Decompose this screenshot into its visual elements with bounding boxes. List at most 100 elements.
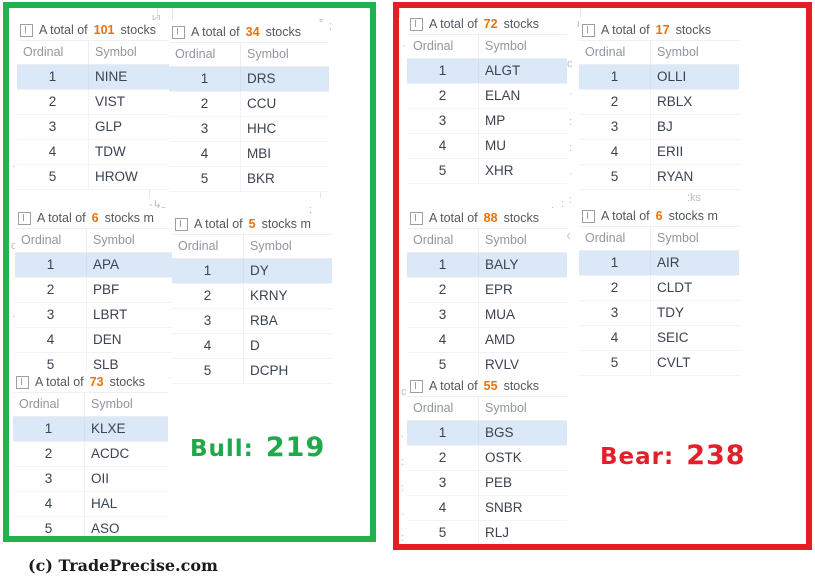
table-row[interactable]: 5 HROW [17,165,177,190]
cell-ordinal: 3 [579,115,651,139]
stock-table-bear-1[interactable]: A total of 72 stocks Ordinal Symbol 1 AL… [407,14,567,184]
table-row[interactable]: 5 XHR [407,159,567,184]
table-row[interactable]: 1 APA [15,253,175,278]
table-row[interactable]: 1 BGS [407,421,567,446]
table-row[interactable]: 4 MBI [169,142,329,167]
checkbox-icon[interactable] [20,23,33,37]
table-total-header[interactable]: A total of 55 stocks [407,376,567,397]
table-total-header[interactable]: A total of 34 stocks [169,22,329,43]
table-row[interactable]: 1 NINE [17,65,177,90]
table-row[interactable]: 3 MP [407,109,567,134]
checkbox-icon[interactable] [172,25,185,39]
table-total-header[interactable]: A total of 73 stocks [13,372,168,393]
table-row[interactable]: 5 DCPH [172,359,332,384]
table-row[interactable]: 2 KRNY [172,284,332,309]
table-row[interactable]: 4 DEN [15,328,175,353]
table-total-header[interactable]: A total of 17 stocks [579,20,739,41]
checkbox-icon[interactable] [16,375,29,389]
table-total-header[interactable]: A total of 5 stocks m [172,214,332,235]
cell-symbol: ACDC [91,446,130,461]
cell-ordinal: 2 [15,278,87,302]
cell-symbol: D [250,338,260,353]
table-total-header[interactable]: A total of 6 stocks m [579,206,739,227]
table-total-header[interactable]: A total of 6 stocks m [15,208,175,229]
column-header-symbol: Symbol [250,239,292,253]
table-row[interactable]: 3 RBA [172,309,332,334]
table-row[interactable]: 4 ERII [579,140,739,165]
table-row[interactable]: 4 SEIC [579,326,739,351]
table-row[interactable]: 2 CLDT [579,276,739,301]
table-row[interactable]: 1 AIR [579,251,739,276]
cell-ordinal: 1 [17,65,89,89]
column-header-symbol: Symbol [657,45,699,59]
table-row[interactable]: 2 PBF [15,278,175,303]
table-row[interactable]: 5 RLJ [407,521,567,544]
table-total-header[interactable]: A total of 88 stocks [407,208,567,229]
checkbox-icon[interactable] [175,217,188,231]
table-total-header[interactable]: A total of 101 stocks [17,20,177,41]
bear-score-value: 238 [686,440,746,471]
table-row[interactable]: 1 OLLI [579,65,739,90]
stock-table-bear-5[interactable]: A total of 55 stocks Ordinal Symbol 1 BG… [407,376,567,544]
cell-symbol: DCPH [250,363,289,378]
table-row[interactable]: 4 AMD [407,328,567,353]
table-row[interactable]: 3 BJ [579,115,739,140]
table-total-header[interactable]: A total of 72 stocks [407,14,567,35]
table-row[interactable]: 3 TDY [579,301,739,326]
table-row[interactable]: 5 RYAN [579,165,739,190]
table-row[interactable]: 1 BALY [407,253,567,278]
checkbox-icon[interactable] [410,211,423,225]
stock-table-bear-3[interactable]: A total of 88 stocks Ordinal Symbol 1 BA… [407,208,567,378]
stock-table-bear-2[interactable]: A total of 17 stocks Ordinal Symbol 1 OL… [579,20,739,190]
checkbox-icon[interactable] [410,379,423,393]
table-row[interactable]: 2 VIST [17,90,177,115]
table-row[interactable]: 2 EPR [407,278,567,303]
table-row[interactable]: 3 LBRT [15,303,175,328]
cell-ordinal: 2 [407,278,479,302]
table-row[interactable]: 4 HAL [13,492,168,517]
watermark-text: (c) TradePrecise.com [28,556,218,575]
table-row[interactable]: 1 KLXE [13,417,168,442]
checkbox-icon[interactable] [582,209,595,223]
table-row[interactable]: 5 ASO [13,517,168,536]
table-row[interactable]: 4 MU [407,134,567,159]
screenshot-root: k] s ; n -↳ s c ; cs . . A total of 101 … [0,0,815,583]
stock-table-bull-2[interactable]: A total of 34 stocks Ordinal Symbol 1 DR… [169,22,329,192]
table-row[interactable]: 3 PEB [407,471,567,496]
column-header-ordinal: Ordinal [407,229,479,252]
table-row[interactable]: 2 RBLX [579,90,739,115]
table-row[interactable]: 4 SNBR [407,496,567,521]
table-row[interactable]: 2 CCU [169,92,329,117]
cell-ordinal: 4 [172,334,244,358]
table-row[interactable]: 3 HHC [169,117,329,142]
cell-symbol: OLLI [657,69,687,84]
table-row[interactable]: 1 DRS [169,67,329,92]
table-row[interactable]: 5 BKR [169,167,329,192]
checkbox-icon[interactable] [410,17,423,31]
table-row[interactable]: 2 ELAN [407,84,567,109]
table-row[interactable]: 3 MUA [407,303,567,328]
column-header-row: Ordinal Symbol [579,41,739,65]
stock-table-bull-3[interactable]: A total of 6 stocks m Ordinal Symbol 1 A… [15,208,175,378]
table-row[interactable]: 3 OII [13,467,168,492]
cell-ordinal: 5 [13,517,85,536]
stock-table-bear-4[interactable]: A total of 6 stocks m Ordinal Symbol 1 A… [579,206,739,376]
total-suffix: stocks [503,379,539,393]
table-row[interactable]: 3 GLP [17,115,177,140]
table-row[interactable]: 4 TDW [17,140,177,165]
cell-symbol: PEB [485,475,513,490]
stock-table-bull-5[interactable]: A total of 73 stocks Ordinal Symbol 1 KL… [13,372,168,536]
table-row[interactable]: 2 ACDC [13,442,168,467]
checkbox-icon[interactable] [18,211,31,225]
table-row[interactable]: 5 RVLV [407,353,567,378]
table-row[interactable]: 4 D [172,334,332,359]
table-row[interactable]: 1 DY [172,259,332,284]
stock-table-bull-4[interactable]: A total of 5 stocks m Ordinal Symbol 1 D… [172,214,332,384]
cell-ordinal: 2 [17,90,89,114]
table-row[interactable]: 5 CVLT [579,351,739,376]
checkbox-icon[interactable] [582,23,595,37]
table-row[interactable]: 2 OSTK [407,446,567,471]
stock-table-bull-1[interactable]: A total of 101 stocks Ordinal Symbol 1 N… [17,20,177,190]
cell-ordinal: 3 [579,301,651,325]
table-row[interactable]: 1 ALGT [407,59,567,84]
